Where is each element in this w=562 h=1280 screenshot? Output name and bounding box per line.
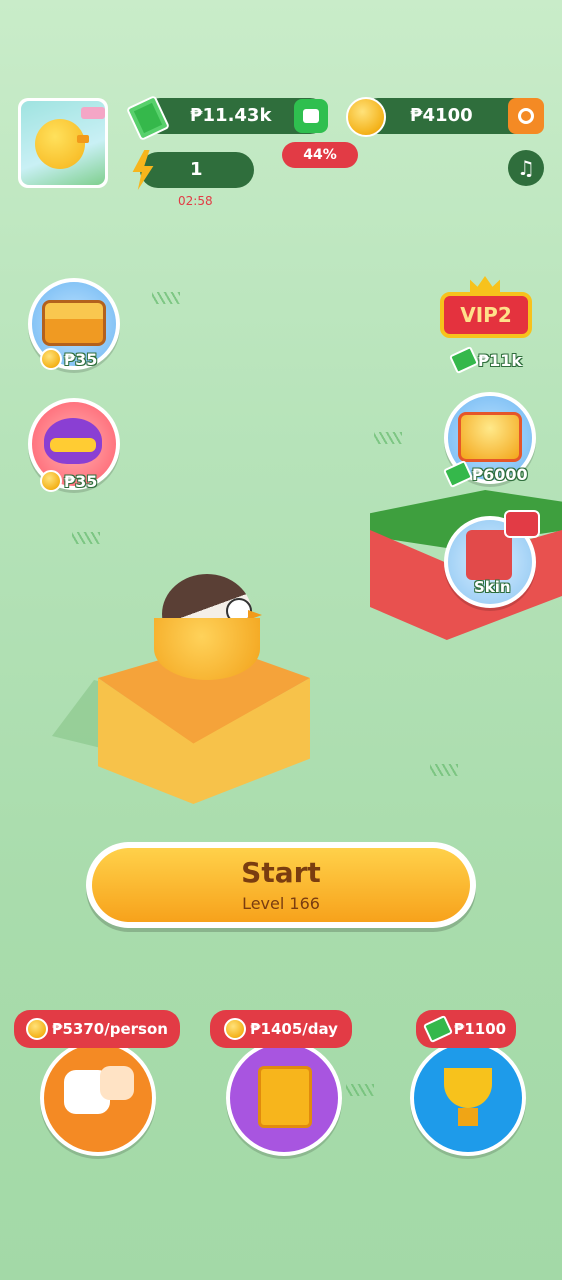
start-button[interactable]: Start Level 166 — [86, 842, 476, 928]
energy-bar: 1 — [140, 152, 254, 188]
grass-decoration — [346, 1084, 374, 1096]
start-level: Level 166 — [242, 894, 320, 913]
treasure-chest-price: ₱35 — [40, 348, 97, 370]
avatar[interactable] — [18, 98, 108, 188]
wallet-button[interactable] — [294, 99, 328, 133]
eggshell — [154, 618, 260, 680]
coin-icon — [26, 1018, 49, 1040]
leaderboard-reward-tag: ₱1100 — [416, 1010, 516, 1048]
cash-balance-text: ₱11.43k — [190, 105, 272, 126]
invite-friends-button[interactable] — [40, 1040, 156, 1156]
gold-chest-icon — [458, 412, 522, 462]
start-label: Start — [241, 856, 321, 889]
vip-price: ₱11k — [448, 345, 522, 375]
grass-decoration — [72, 532, 100, 544]
coin-balance-text: ₱4100 — [410, 105, 473, 126]
grass-decoration — [430, 764, 458, 776]
daily-task-button[interactable] — [226, 1040, 342, 1156]
daily-reward-tag: ₱1405/day — [210, 1010, 352, 1048]
notebook-icon — [258, 1066, 312, 1128]
progress-percent: 44% — [303, 147, 337, 163]
vip-button[interactable]: VIP2 — [440, 276, 532, 348]
music-button[interactable]: ♫ — [508, 150, 544, 186]
wallet-icon — [303, 109, 319, 123]
chick-avatar-icon — [35, 119, 85, 169]
grass-decoration — [152, 292, 180, 304]
coin-icon — [224, 1018, 247, 1040]
bird-character — [154, 574, 264, 684]
energy-timer: 02:58 — [178, 194, 213, 208]
cash-icon — [448, 345, 480, 375]
skin-label: Skin — [474, 578, 511, 596]
energy-count: 1 — [190, 159, 203, 180]
coin-icon — [40, 348, 62, 370]
cash-icon — [422, 1014, 454, 1044]
invite-reward-tag: ₱5370/person — [14, 1010, 180, 1048]
trophy-icon — [444, 1068, 492, 1108]
coin-icon — [40, 470, 62, 492]
music-icon: ♫ — [517, 156, 535, 180]
vip-badge-text: VIP2 — [460, 303, 512, 327]
mystery-mask-price: ₱35 — [40, 470, 97, 492]
treasure-chest-icon — [42, 300, 106, 346]
video-ad-icon — [504, 510, 540, 538]
leaderboard-button[interactable] — [410, 1040, 526, 1156]
skin-book-icon — [466, 530, 512, 580]
coin-icon — [346, 97, 386, 137]
withdraw-button[interactable] — [508, 98, 544, 134]
progress-badge: 44% — [282, 142, 358, 168]
withdraw-icon — [518, 108, 534, 124]
grass-decoration — [374, 432, 402, 444]
